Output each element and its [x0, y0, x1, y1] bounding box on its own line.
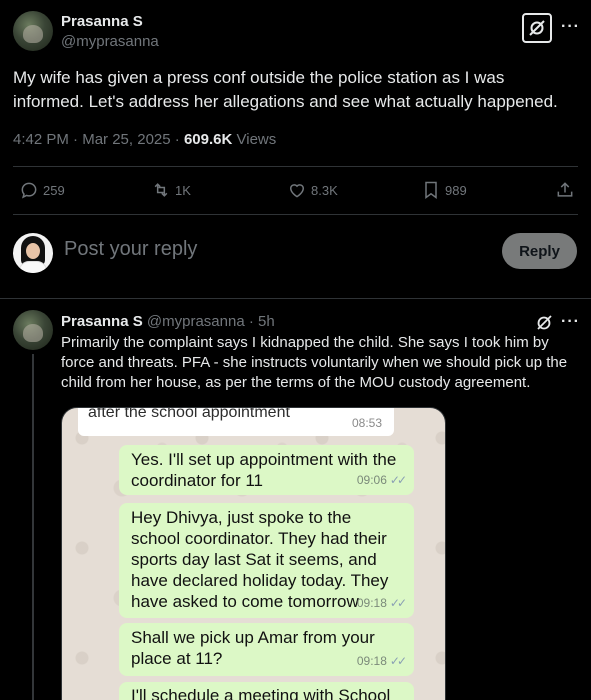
reply-author-name[interactable]: Prasanna S — [61, 313, 143, 330]
reply-header: Prasanna S @myprasanna · 5h — [61, 313, 275, 330]
thread-line — [32, 354, 34, 700]
reply-input[interactable]: Post your reply — [64, 238, 197, 261]
reply-text: Primarily the complaint says I kidnapped… — [61, 334, 568, 391]
reply-action[interactable]: 259 — [19, 180, 65, 200]
like-action[interactable]: 8.3K — [287, 180, 338, 200]
read-ticks-icon: ✓✓ — [389, 473, 407, 487]
share-action[interactable] — [555, 180, 575, 200]
post-time[interactable]: 4:42 PM — [13, 131, 69, 148]
quoted-message: after the school appointment 08:53 — [78, 407, 394, 436]
message-time-row: 09:18 ✓✓ — [356, 593, 407, 614]
repost-action[interactable]: 1K — [151, 180, 191, 200]
views-count[interactable]: 609.6K — [184, 131, 232, 148]
reply-author-handle[interactable]: @myprasanna — [147, 313, 245, 330]
repost-icon — [154, 183, 168, 197]
bookmark-action[interactable]: 989 — [421, 180, 467, 200]
chat-message: Shall we pick up Amar from your place at… — [119, 623, 414, 676]
meta-separator: · — [73, 131, 83, 148]
share-icon — [557, 182, 573, 197]
current-user-avatar[interactable] — [13, 233, 53, 273]
post-date[interactable]: Mar 25, 2025 — [82, 131, 170, 148]
bookmark-icon — [425, 181, 437, 199]
grok-icon — [529, 20, 545, 36]
message-time: 09:06 — [356, 473, 387, 487]
chat-screenshot-image[interactable]: after the school appointment 08:53 Yes. … — [61, 407, 446, 700]
bookmark-count: 989 — [445, 182, 467, 198]
repost-count: 1K — [175, 182, 191, 198]
views-label: Views — [236, 131, 277, 148]
reply-author-avatar[interactable] — [13, 310, 53, 350]
grok-button[interactable] — [522, 13, 552, 43]
more-options-icon[interactable]: ··· — [561, 18, 580, 36]
divider-top — [13, 166, 578, 167]
post-meta: 4:42 PM · Mar 25, 2025 · 609.6K Views — [13, 131, 276, 148]
message-time: 09:18 — [356, 596, 387, 610]
reply-separator: · — [248, 313, 259, 330]
read-ticks-icon: ✓✓ — [389, 654, 407, 668]
chat-message: Hey Dhivya, just spoke to the school coo… — [119, 503, 414, 618]
meta-separator: · — [174, 131, 184, 148]
like-count: 8.3K — [311, 182, 338, 198]
message-time: 09:18 — [356, 654, 387, 668]
quoted-time: 08:53 — [351, 416, 382, 430]
quoted-text: after the school appointment — [88, 407, 290, 421]
divider-full — [0, 298, 591, 299]
author-handle[interactable]: @myprasanna — [61, 33, 159, 50]
chat-message: I'll schedule a meeting with School — [119, 682, 414, 700]
grok-icon — [537, 315, 552, 330]
author-avatar[interactable] — [13, 11, 53, 51]
avatar-face — [26, 243, 40, 259]
heart-icon — [289, 184, 305, 198]
message-time-row: 09:06 ✓✓ — [356, 470, 407, 491]
read-ticks-icon: ✓✓ — [389, 596, 407, 610]
post-text: My wife has given a press conf outside t… — [13, 68, 558, 111]
divider-actions — [13, 214, 578, 215]
reply-icon — [21, 182, 37, 199]
message-time-row: 09:18 ✓✓ — [356, 651, 407, 672]
avatar-body — [19, 261, 47, 273]
reply-more-options-icon[interactable]: ··· — [561, 313, 580, 331]
message-text: I'll schedule a meeting with School — [131, 686, 391, 700]
reply-button[interactable]: Reply — [502, 233, 577, 269]
reply-count: 259 — [43, 182, 65, 198]
chat-message: Yes. I'll set up appointment with the co… — [119, 445, 414, 495]
author-name[interactable]: Prasanna S — [61, 13, 143, 30]
reply-age[interactable]: 5h — [258, 313, 275, 330]
